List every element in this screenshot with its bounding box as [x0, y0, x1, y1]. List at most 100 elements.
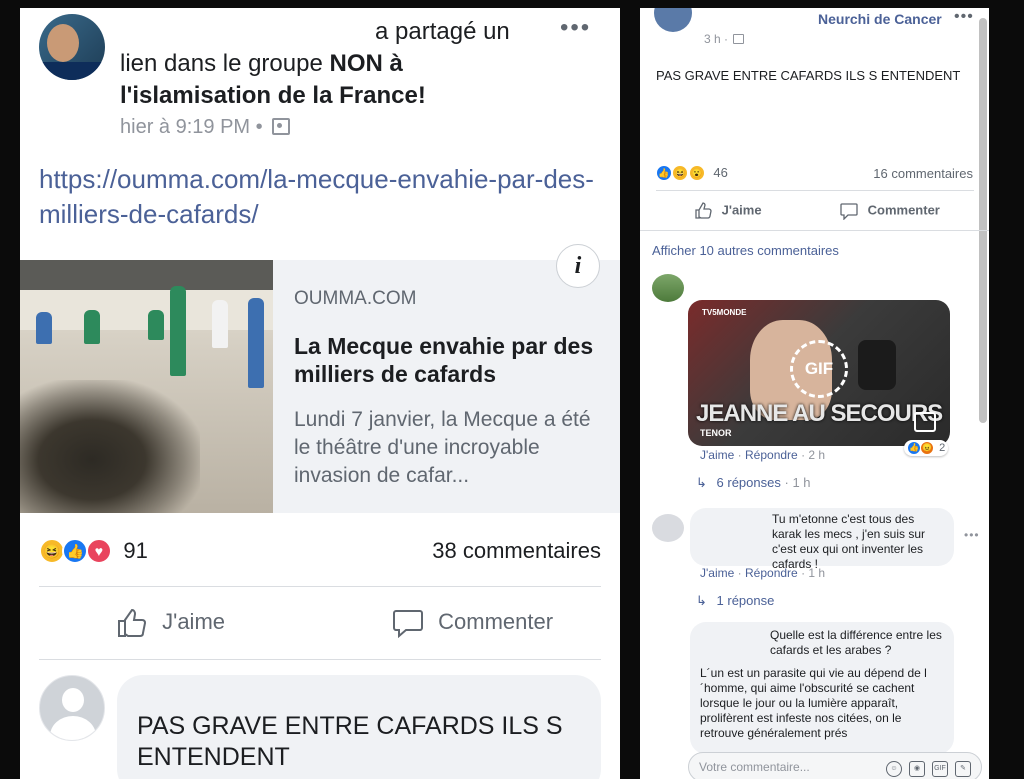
divider — [39, 586, 601, 587]
commenter-avatar[interactable] — [652, 274, 684, 302]
thumbs-up-icon — [695, 202, 712, 219]
comment-count[interactable]: 38 commentaires — [432, 538, 601, 564]
wow-reaction-icon: 😮 — [688, 164, 705, 181]
link-thumbnail[interactable] — [20, 260, 273, 513]
replies-link[interactable]: ↳ 6 réponses · 1 h — [696, 475, 811, 491]
angry-reaction-icon: 😠 — [920, 441, 935, 455]
comment-icon — [393, 610, 423, 638]
post-options-button[interactable]: ••• — [954, 8, 974, 26]
comment-bubble: Quelle est la différence entre les cafar… — [690, 622, 954, 754]
comment-bubble: Tu m'etonne c'est tous des karak les mec… — [690, 508, 954, 571]
like-reaction-icon: 👍 — [62, 538, 89, 564]
link-title[interactable]: La Mecque envahie par des milliers de ca… — [294, 332, 604, 388]
gif-caption: JEANNE AU SECOURS — [696, 400, 943, 427]
comment-button[interactable]: Commenter — [840, 202, 940, 220]
comment-time[interactable]: 2 h — [808, 448, 825, 462]
post-right: Neurchi de Cancer ••• 3 h · PAS GRAVE EN… — [640, 8, 989, 779]
post-timestamp[interactable]: 3 h · — [704, 32, 728, 46]
link-preview-card[interactable]: i OUMMA.COM La Mecque envahie par des mi… — [20, 244, 620, 513]
comment-actions: J'aime · Répondre · 1 h — [700, 566, 825, 580]
group-privacy-icon — [272, 118, 291, 135]
comment-reply-link[interactable]: Répondre — [745, 448, 798, 462]
comment-options-button[interactable]: ••• — [964, 528, 980, 542]
comment-label: Commenter — [438, 608, 554, 634]
comment-text-continued: L´un est un parasite qui vie au dépend d… — [700, 666, 927, 740]
post-header: a partagé un lien dans le groupe NON à l… — [120, 16, 550, 112]
gif-reaction-summary[interactable]: 👍 😠 2 — [904, 440, 949, 456]
like-label: J'aime — [162, 608, 226, 634]
thumb-worker — [36, 312, 52, 344]
thumb-worker — [248, 298, 264, 388]
thumb-worker — [212, 300, 228, 348]
like-label: J'aime — [721, 202, 762, 218]
shared-post-left: a partagé un lien dans le groupe NON à l… — [20, 8, 620, 779]
like-button[interactable]: J'aime — [694, 202, 762, 220]
divider — [39, 659, 601, 660]
love-reaction-icon: ♥ — [85, 538, 112, 564]
meta-separator: • — [255, 116, 263, 138]
comment-like-link[interactable]: J'aime — [700, 566, 734, 580]
comment-reply-link[interactable]: Répondre — [745, 566, 798, 580]
separator: · — [737, 566, 742, 580]
reaction-summary[interactable]: 👍 😆 😮 46 — [656, 164, 728, 182]
thumbs-up-icon — [118, 608, 147, 637]
gif-reaction-count: 2 — [939, 441, 946, 454]
header-prefix: a partagé un lien dans le groupe — [120, 18, 510, 77]
reaction-count: 91 — [123, 538, 148, 563]
comment-actions: J'aime · Répondre · 2 h — [700, 448, 825, 462]
avatar-banner — [39, 62, 105, 80]
poster-avatar[interactable] — [39, 14, 105, 80]
post-timestamp[interactable]: hier à 9:19 PM — [120, 116, 250, 138]
reply-arrow-icon: ↳ — [696, 475, 707, 490]
avatar-face — [47, 24, 79, 62]
separator: · — [737, 448, 742, 462]
post-options-button[interactable]: ••• — [560, 14, 591, 42]
post-meta: hier à 9:19 PM • — [120, 116, 291, 139]
gif-camera — [858, 340, 896, 390]
replies-time: 1 h — [792, 475, 811, 490]
poster-avatar[interactable] — [654, 8, 692, 32]
commenter-avatar[interactable] — [652, 514, 684, 542]
thumb-worker — [148, 310, 164, 340]
replies-link[interactable]: ↳ 1 réponse — [696, 593, 774, 609]
comment-text: Quelle est la différence entre les cafar… — [770, 628, 942, 657]
thumb-sky — [20, 260, 273, 290]
separator: · — [801, 448, 806, 462]
sticker-icon[interactable]: ✎ — [955, 761, 971, 777]
commenter-avatar[interactable] — [39, 675, 105, 741]
comment-like-link[interactable]: J'aime — [700, 448, 734, 462]
comment-text: PAS GRAVE ENTRE CAFARDS ILS S ENTENDENT — [137, 712, 563, 771]
gif-channel: TV5MONDE — [702, 308, 747, 317]
gif-comment[interactable]: TV5MONDE GIF JEANNE AU SECOURS TENOR — [688, 300, 950, 446]
comment-time[interactable]: 1 h — [808, 566, 825, 580]
comment-bubble: PAS GRAVE ENTRE CAFARDS ILS S ENTENDENT — [117, 675, 601, 779]
gif-icon[interactable]: GIF — [932, 761, 948, 777]
replies-count: 1 réponse — [716, 593, 775, 608]
link-description: Lundi 7 janvier, la Mecque a été le théâ… — [294, 408, 591, 487]
info-icon[interactable]: i — [556, 244, 600, 288]
exit-icon[interactable] — [914, 412, 936, 432]
show-more-comments-link[interactable]: Afficher 10 autres commentaires — [652, 243, 839, 258]
reaction-count: 46 — [713, 165, 728, 181]
reply-arrow-icon: ↳ — [696, 593, 707, 608]
divider — [640, 230, 989, 231]
like-button[interactable]: J'aime — [116, 608, 225, 638]
haha-reaction-icon: 😆 — [39, 538, 65, 564]
post-text: PAS GRAVE ENTRE CAFARDS ILS S ENTENDENT — [656, 68, 961, 83]
comment-button[interactable]: Commenter — [392, 608, 553, 638]
separator: · — [801, 566, 806, 580]
thumb-cockroaches — [20, 380, 200, 513]
shared-link[interactable]: https://oumma.com/la-mecque-envahie-par-… — [39, 162, 599, 232]
comment-label: Commenter — [867, 202, 940, 218]
gif-source: TENOR — [700, 428, 732, 438]
reaction-summary[interactable]: 😆 👍 ♥ 91 — [39, 538, 148, 568]
group-privacy-icon — [733, 34, 745, 44]
camera-icon[interactable]: ◉ — [909, 761, 925, 777]
scrollbar[interactable] — [979, 18, 987, 423]
emoji-icon[interactable]: ☺ — [886, 761, 902, 777]
gif-play-badge[interactable]: GIF — [790, 340, 848, 398]
comment-text: Tu m'etonne c'est tous des karak les mec… — [772, 512, 926, 571]
thumb-wall — [20, 290, 273, 330]
comment-count[interactable]: 16 commentaires — [873, 166, 973, 181]
group-name[interactable]: Neurchi de Cancer — [818, 11, 942, 27]
